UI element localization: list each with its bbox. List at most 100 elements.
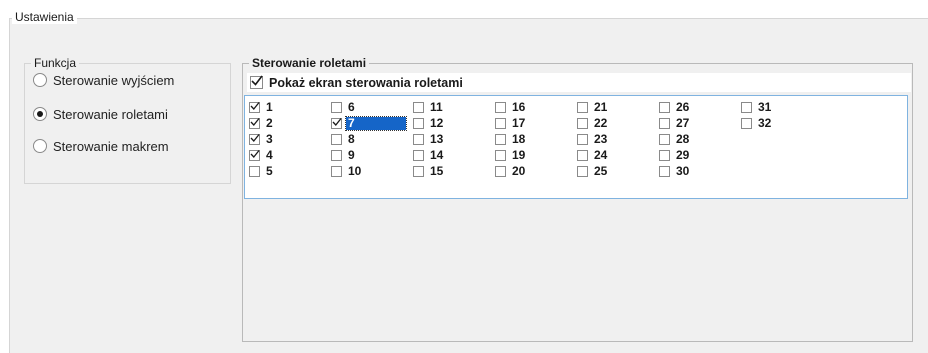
checkbox-box[interactable] xyxy=(249,118,260,129)
checkbox-box[interactable] xyxy=(249,134,260,145)
item-label: 26 xyxy=(676,100,690,114)
checkbox-box[interactable] xyxy=(413,102,424,113)
blind-item-9[interactable]: 9 xyxy=(331,148,357,163)
blind-checklist[interactable]: 1 2 3 4 5 6 7 8 9 10 11 12 13 14 15 16 17 18 19 20 21 22 23 24 2… xyxy=(244,95,908,199)
item-label: 9 xyxy=(348,148,355,162)
item-label: 30 xyxy=(676,164,690,178)
radio-output-control[interactable]: Sterowanie wyjściem xyxy=(33,71,174,89)
blind-item-2[interactable]: 2 xyxy=(249,116,275,131)
checkbox-box[interactable] xyxy=(495,118,506,129)
blind-item-32[interactable]: 32 xyxy=(741,116,773,131)
radio-macro-control[interactable]: Sterowanie makrem xyxy=(33,137,169,155)
checkbox-box[interactable] xyxy=(577,166,588,177)
blind-item-24[interactable]: 24 xyxy=(577,148,609,163)
blind-item-20[interactable]: 20 xyxy=(495,164,527,179)
checkbox-box[interactable] xyxy=(413,166,424,177)
item-label: 25 xyxy=(594,164,608,178)
checkbox-box[interactable] xyxy=(741,102,752,113)
checkbox-box[interactable] xyxy=(659,134,670,145)
checkmark-icon xyxy=(250,102,260,110)
checkbox-box[interactable] xyxy=(495,102,506,113)
checkbox-box[interactable] xyxy=(659,118,670,129)
checkbox-box[interactable] xyxy=(331,102,342,113)
blind-item-29[interactable]: 29 xyxy=(659,148,691,163)
blind-item-28[interactable]: 28 xyxy=(659,132,691,147)
checkbox-box[interactable] xyxy=(331,118,342,129)
blind-item-1[interactable]: 1 xyxy=(249,100,275,115)
blind-item-6[interactable]: 6 xyxy=(331,100,357,115)
blind-item-3[interactable]: 3 xyxy=(249,132,275,147)
item-label: 23 xyxy=(594,132,608,146)
function-title: Funkcja xyxy=(31,56,80,70)
blind-item-19[interactable]: 19 xyxy=(495,148,527,163)
blind-item-27[interactable]: 27 xyxy=(659,116,691,131)
checkbox-box[interactable] xyxy=(577,102,588,113)
item-label: 10 xyxy=(348,164,362,178)
item-label: 5 xyxy=(266,164,273,178)
checkmark-icon xyxy=(332,118,342,126)
blind-item-18[interactable]: 18 xyxy=(495,132,527,147)
blind-item-8[interactable]: 8 xyxy=(331,132,357,147)
checkbox-box[interactable] xyxy=(413,134,424,145)
blind-item-14[interactable]: 14 xyxy=(413,148,445,163)
checkbox-box[interactable] xyxy=(495,134,506,145)
blind-item-4[interactable]: 4 xyxy=(249,148,275,163)
checkbox-box[interactable] xyxy=(331,134,342,145)
radio-circle[interactable] xyxy=(33,139,47,153)
checkbox-box[interactable] xyxy=(577,118,588,129)
blind-item-17[interactable]: 17 xyxy=(495,116,527,131)
checkbox-box[interactable] xyxy=(249,102,260,113)
item-label: 29 xyxy=(676,148,690,162)
checkmark-icon xyxy=(250,118,260,126)
blind-item-21[interactable]: 21 xyxy=(577,100,609,115)
item-label: 28 xyxy=(676,132,690,146)
item-label: 20 xyxy=(512,164,526,178)
blind-item-16[interactable]: 16 xyxy=(495,100,527,115)
blind-item-10[interactable]: 10 xyxy=(331,164,363,179)
blind-item-22[interactable]: 22 xyxy=(577,116,609,131)
item-label: 11 xyxy=(430,100,443,114)
checkbox-box[interactable] xyxy=(250,75,263,89)
blind-item-7[interactable]: 7 xyxy=(331,116,407,131)
checkbox-box[interactable] xyxy=(413,118,424,129)
checkbox-box[interactable] xyxy=(249,150,260,161)
radio-label: Sterowanie roletami xyxy=(53,106,168,122)
item-label: 17 xyxy=(512,116,526,130)
checkbox-box[interactable] xyxy=(331,150,342,161)
blind-item-12[interactable]: 12 xyxy=(413,116,445,131)
checkbox-box[interactable] xyxy=(659,150,670,161)
checkbox-box[interactable] xyxy=(495,166,506,177)
blind-item-31[interactable]: 31 xyxy=(741,100,773,115)
item-label: 15 xyxy=(430,164,444,178)
blind-item-23[interactable]: 23 xyxy=(577,132,609,147)
checkbox-box[interactable] xyxy=(577,150,588,161)
checkbox-box[interactable] xyxy=(659,102,670,113)
blind-item-11[interactable]: 11 xyxy=(413,100,445,115)
radio-circle[interactable] xyxy=(33,107,47,121)
item-label: 22 xyxy=(594,116,608,130)
checkbox-box[interactable] xyxy=(741,118,752,129)
item-label: 8 xyxy=(348,132,355,146)
blind-item-13[interactable]: 13 xyxy=(413,132,445,147)
checkbox-box[interactable] xyxy=(577,134,588,145)
checkbox-box[interactable] xyxy=(495,150,506,161)
checkbox-box[interactable] xyxy=(331,166,342,177)
item-label: 27 xyxy=(676,116,690,130)
item-label: 2 xyxy=(266,116,273,130)
item-label: 12 xyxy=(430,116,444,130)
show-blind-screen-checkbox[interactable]: Pokaż ekran sterowania roletami xyxy=(247,73,911,92)
checkbox-box[interactable] xyxy=(659,166,670,177)
radio-blind-control[interactable]: Sterowanie roletami xyxy=(33,105,168,123)
blind-control-title: Sterowanie roletami xyxy=(249,56,370,70)
checkbox-box[interactable] xyxy=(249,166,260,177)
settings-title: Ustawienia xyxy=(12,10,77,24)
blind-item-26[interactable]: 26 xyxy=(659,100,691,115)
blind-item-30[interactable]: 30 xyxy=(659,164,691,179)
radio-circle[interactable] xyxy=(33,73,47,87)
checkbox-box[interactable] xyxy=(413,150,424,161)
item-label: 4 xyxy=(266,148,273,162)
blind-item-25[interactable]: 25 xyxy=(577,164,609,179)
item-label: 13 xyxy=(430,132,444,146)
blind-item-5[interactable]: 5 xyxy=(249,164,275,179)
blind-item-15[interactable]: 15 xyxy=(413,164,445,179)
